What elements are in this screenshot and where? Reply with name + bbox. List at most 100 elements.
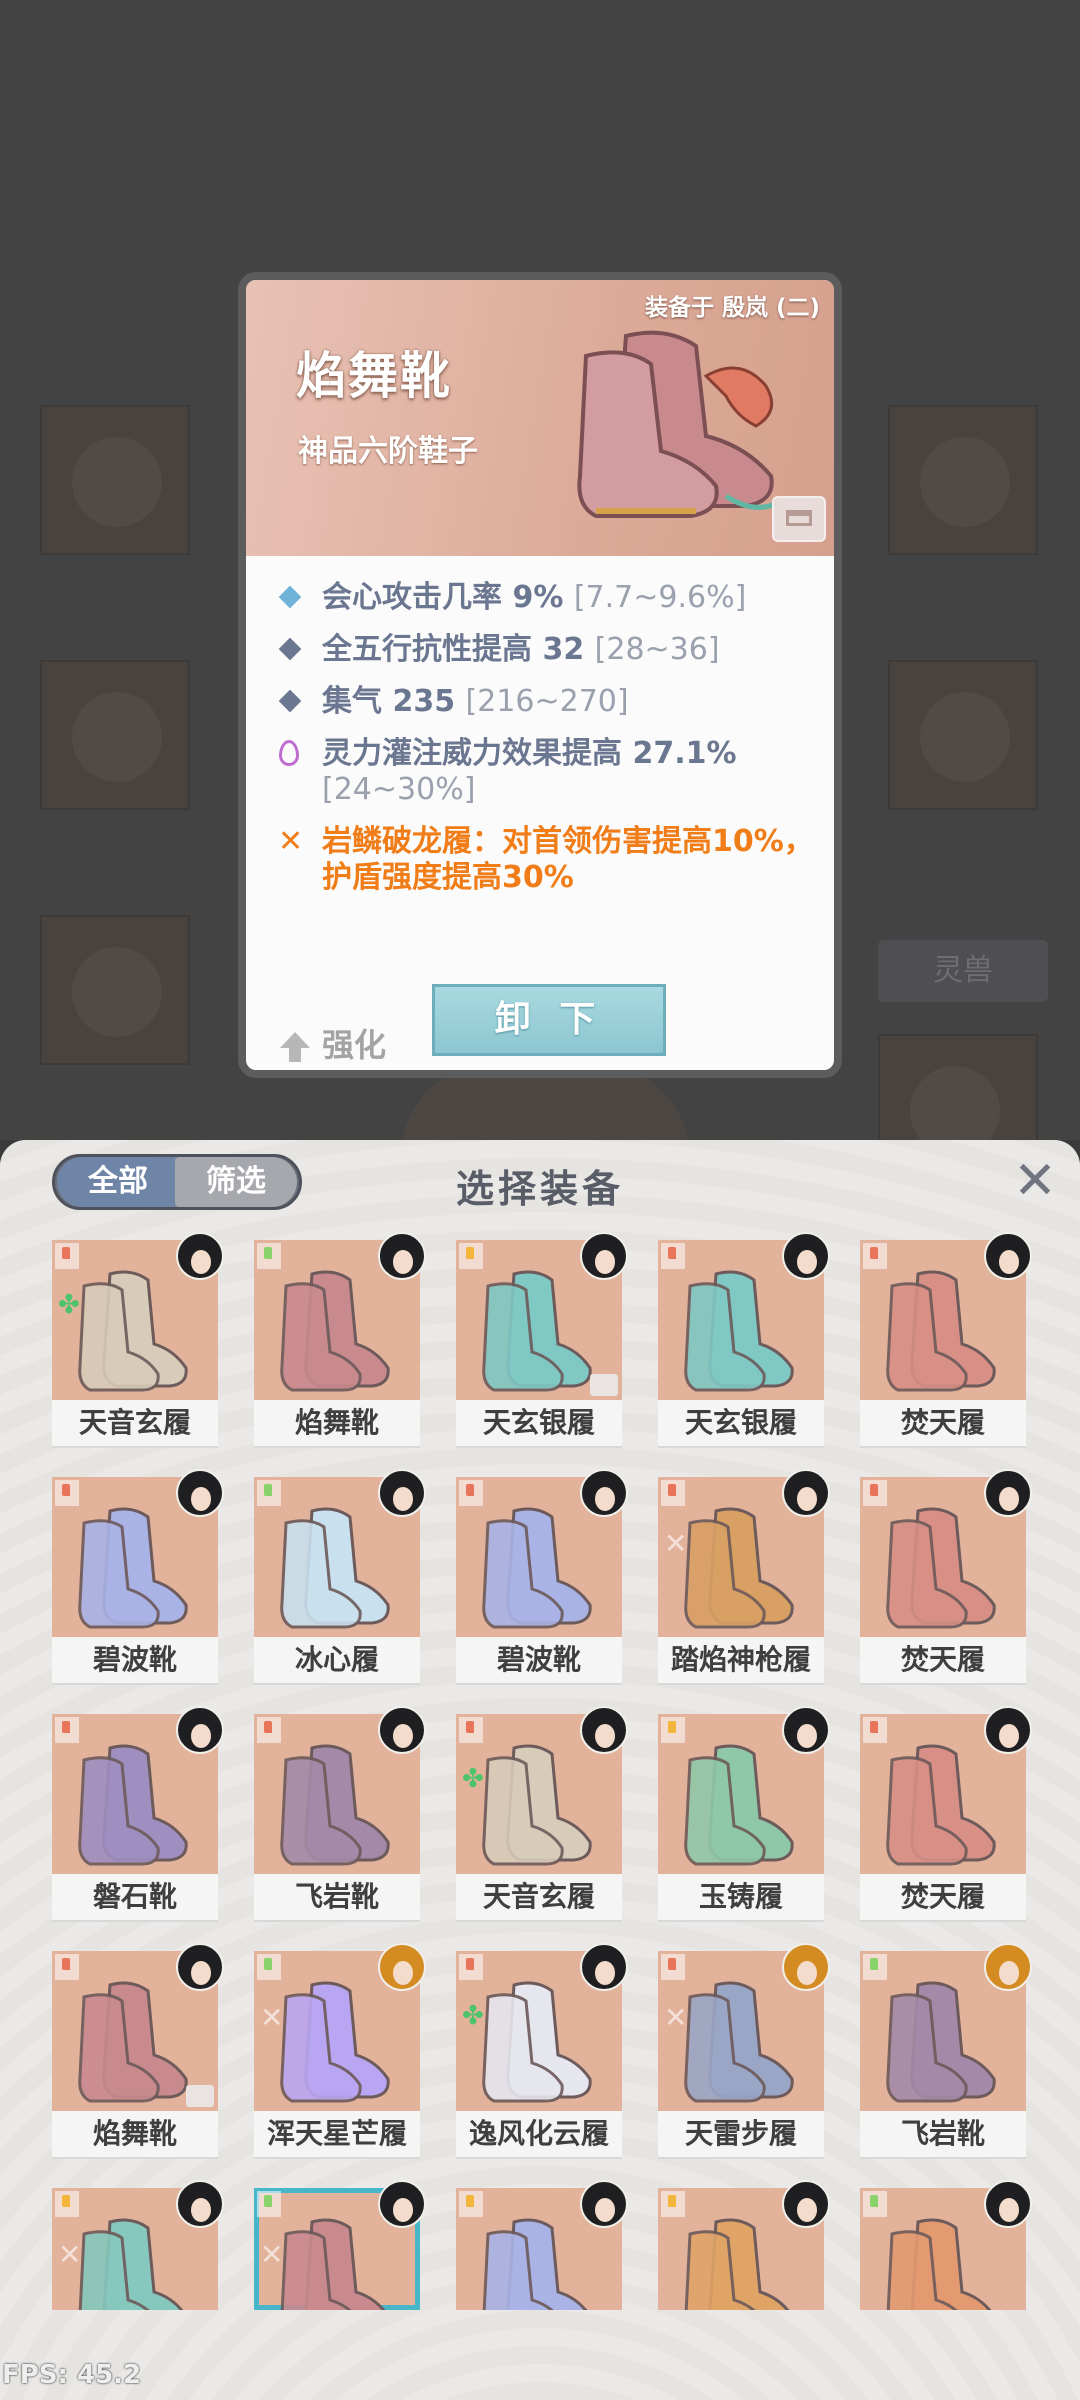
equipment-tile[interactable] [456,2180,628,2396]
stat-set-bonus: ✕ 岩鳞破龙履：对首领伤害提高10%，护盾强度提高30% [276,824,816,896]
clover-icon: ✤ [462,2001,484,2031]
slot-type-icon [863,1243,887,1269]
equipment-name: 焚天履 [860,1874,1026,1922]
rune-icon: ✕ [664,1527,688,1560]
equipment-name: 飞岩靴 [254,1874,420,1922]
slot-type-icon [661,1480,685,1506]
lock-icon [186,2085,214,2107]
equipment-tile[interactable]: ✤ 逸风化云履 [456,1943,628,2159]
character-avatar [176,1706,224,1754]
boots-icon [78,2218,184,2310]
boots-icon [482,1744,592,1866]
slot-type-icon [459,1954,483,1980]
character-avatar [782,1469,830,1517]
boots-icon [886,2218,992,2310]
equipment-tile[interactable]: 飞岩靴 [254,1706,426,1922]
boots-icon [482,1270,592,1392]
boots-icon [684,1981,794,2103]
equipment-tile[interactable]: 天玄银履 [658,1232,830,1448]
boots-icon [684,1270,794,1392]
character-avatar [580,1232,628,1280]
equipment-tile[interactable]: ✕ 浑天星芒履 [254,1943,426,2159]
character-avatar [176,1232,224,1280]
character-avatar [782,2180,830,2228]
equipment-tile[interactable]: 碧波靴 [52,1469,224,1685]
set-bonus-text: 岩鳞破龙履：对首领伤害提高10%，护盾强度提高30% [322,824,814,895]
close-icon[interactable]: ✕ [1010,1155,1060,1208]
character-avatar [580,2180,628,2228]
character-avatar [782,1706,830,1754]
slot-type-icon [661,1243,685,1269]
equipment-tile[interactable]: 飞岩靴 [860,1943,1032,2159]
slot-type-icon [863,1480,887,1506]
equipment-name: 天玄银履 [658,1400,824,1448]
slot-type-icon [661,2191,685,2217]
character-avatar [580,1469,628,1517]
boots-icon [886,1981,996,2103]
character-avatar [378,1943,426,1991]
slot-type-icon [55,1717,79,1743]
strengthen-button[interactable]: 强化 [280,1020,386,1066]
slot-type-icon [863,1954,887,1980]
equipment-tile[interactable]: ✤ 天音玄履 [456,1706,628,1922]
stat-text: 集气 235 [322,684,456,719]
equipment-tile[interactable]: ✕ 踏焰神枪履 [658,1469,830,1685]
equipment-name: 焰舞靴 [52,2111,218,2159]
bg-armor-slot [40,660,190,810]
slot-type-icon [257,2191,281,2217]
stat-range: [28~36] [594,632,720,667]
character-avatar [176,1943,224,1991]
equipment-tile[interactable]: ✕ [254,2180,426,2396]
equipment-name: 天音玄履 [52,1400,218,1448]
slot-type-icon [661,1954,685,1980]
character-avatar [984,1706,1032,1754]
equipment-tile[interactable]: ✕ 天雷步履 [658,1943,830,2159]
equipment-tile[interactable]: 玉铸履 [658,1706,830,1922]
boots-icon [482,1507,592,1629]
equipment-tile[interactable]: 焚天履 [860,1469,1032,1685]
equipment-tile[interactable]: 磐石靴 [52,1706,224,1922]
character-avatar [580,1706,628,1754]
equipment-name: 天玄银履 [456,1400,622,1448]
equipment-tile[interactable]: 天玄银履 [456,1232,628,1448]
boots-icon [78,1270,188,1392]
equipment-name: 浑天星芒履 [254,2111,420,2159]
equipment-name: 玉铸履 [658,1874,824,1922]
equipment-tile[interactable]: 焰舞靴 [52,1943,224,2159]
rune-icon: ✕ [58,2238,82,2271]
equipment-name: 踏焰神枪履 [658,1637,824,1685]
boots-icon [886,1744,996,1866]
equipment-name: 焚天履 [860,1637,1026,1685]
equipment-tile[interactable]: 碧波靴 [456,1469,628,1685]
slot-type-icon [55,2191,79,2217]
equipment-tile[interactable]: 冰心履 [254,1469,426,1685]
slot-type-icon [661,1717,685,1743]
equipment-tile[interactable]: 焰舞靴 [254,1232,426,1448]
slot-type-icon [257,1717,281,1743]
slot-type-icon [55,1480,79,1506]
equipment-tile[interactable]: 焚天履 [860,1232,1032,1448]
unequip-button[interactable]: 卸 下 [432,984,666,1056]
character-avatar [782,1943,830,1991]
equipment-tile[interactable] [658,2180,830,2396]
lock-icon[interactable] [772,496,826,542]
equipment-tile[interactable] [860,2180,1032,2396]
boots-icon [280,1507,390,1629]
fps-counter: FPS: 45.2 [2,2360,142,2390]
equipment-tile[interactable]: ✤ 天音玄履 [52,1232,224,1448]
stat-range: [24~30%] [322,772,476,807]
stat-text: 会心攻击几率 9% [322,580,564,615]
slot-type-icon [257,1480,281,1506]
boots-icon [280,1981,390,2103]
stat-range: [7.7~9.6%] [573,580,747,615]
boots-icon [577,330,783,518]
item-detail-card: 装备于 殷岚 (二) 焰舞靴 神品六阶鞋子 会心攻击几率 9% [7.7~9.6… [238,272,842,1078]
character-avatar [176,1469,224,1517]
equipment-tile[interactable]: 焚天履 [860,1706,1032,1922]
slot-type-icon [863,1717,887,1743]
boots-icon [684,1507,794,1629]
clover-icon: ✤ [58,1290,80,1320]
diamond-icon [278,637,302,661]
boots-icon [78,1507,188,1629]
slot-type-icon [55,1954,79,1980]
